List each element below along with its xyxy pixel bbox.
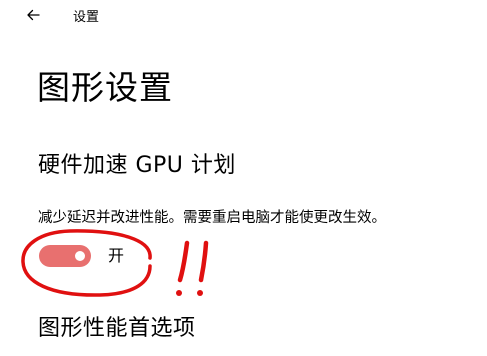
back-button[interactable] <box>22 4 44 26</box>
page-title: 图形设置 <box>37 68 173 107</box>
annotation-exclamation-1-dot <box>176 290 182 296</box>
annotation-exclamation-2-dot <box>197 290 203 296</box>
annotation-exclamation-2 <box>198 240 209 283</box>
back-arrow-icon <box>27 9 40 21</box>
window-title: 设置 <box>73 10 100 25</box>
gpu-scheduling-toggle[interactable] <box>39 245 91 267</box>
gpu-scheduling-heading: 硬件加速 GPU 计划 <box>38 153 236 178</box>
gpu-scheduling-description: 减少延迟并改进性能。需要重启电脑才能使更改生效。 <box>38 210 386 226</box>
graphics-performance-heading: 图形性能首选项 <box>38 316 196 341</box>
toggle-knob <box>75 251 85 261</box>
annotation-exclamation-1 <box>177 240 190 283</box>
toggle-state-label: 开 <box>108 246 125 265</box>
